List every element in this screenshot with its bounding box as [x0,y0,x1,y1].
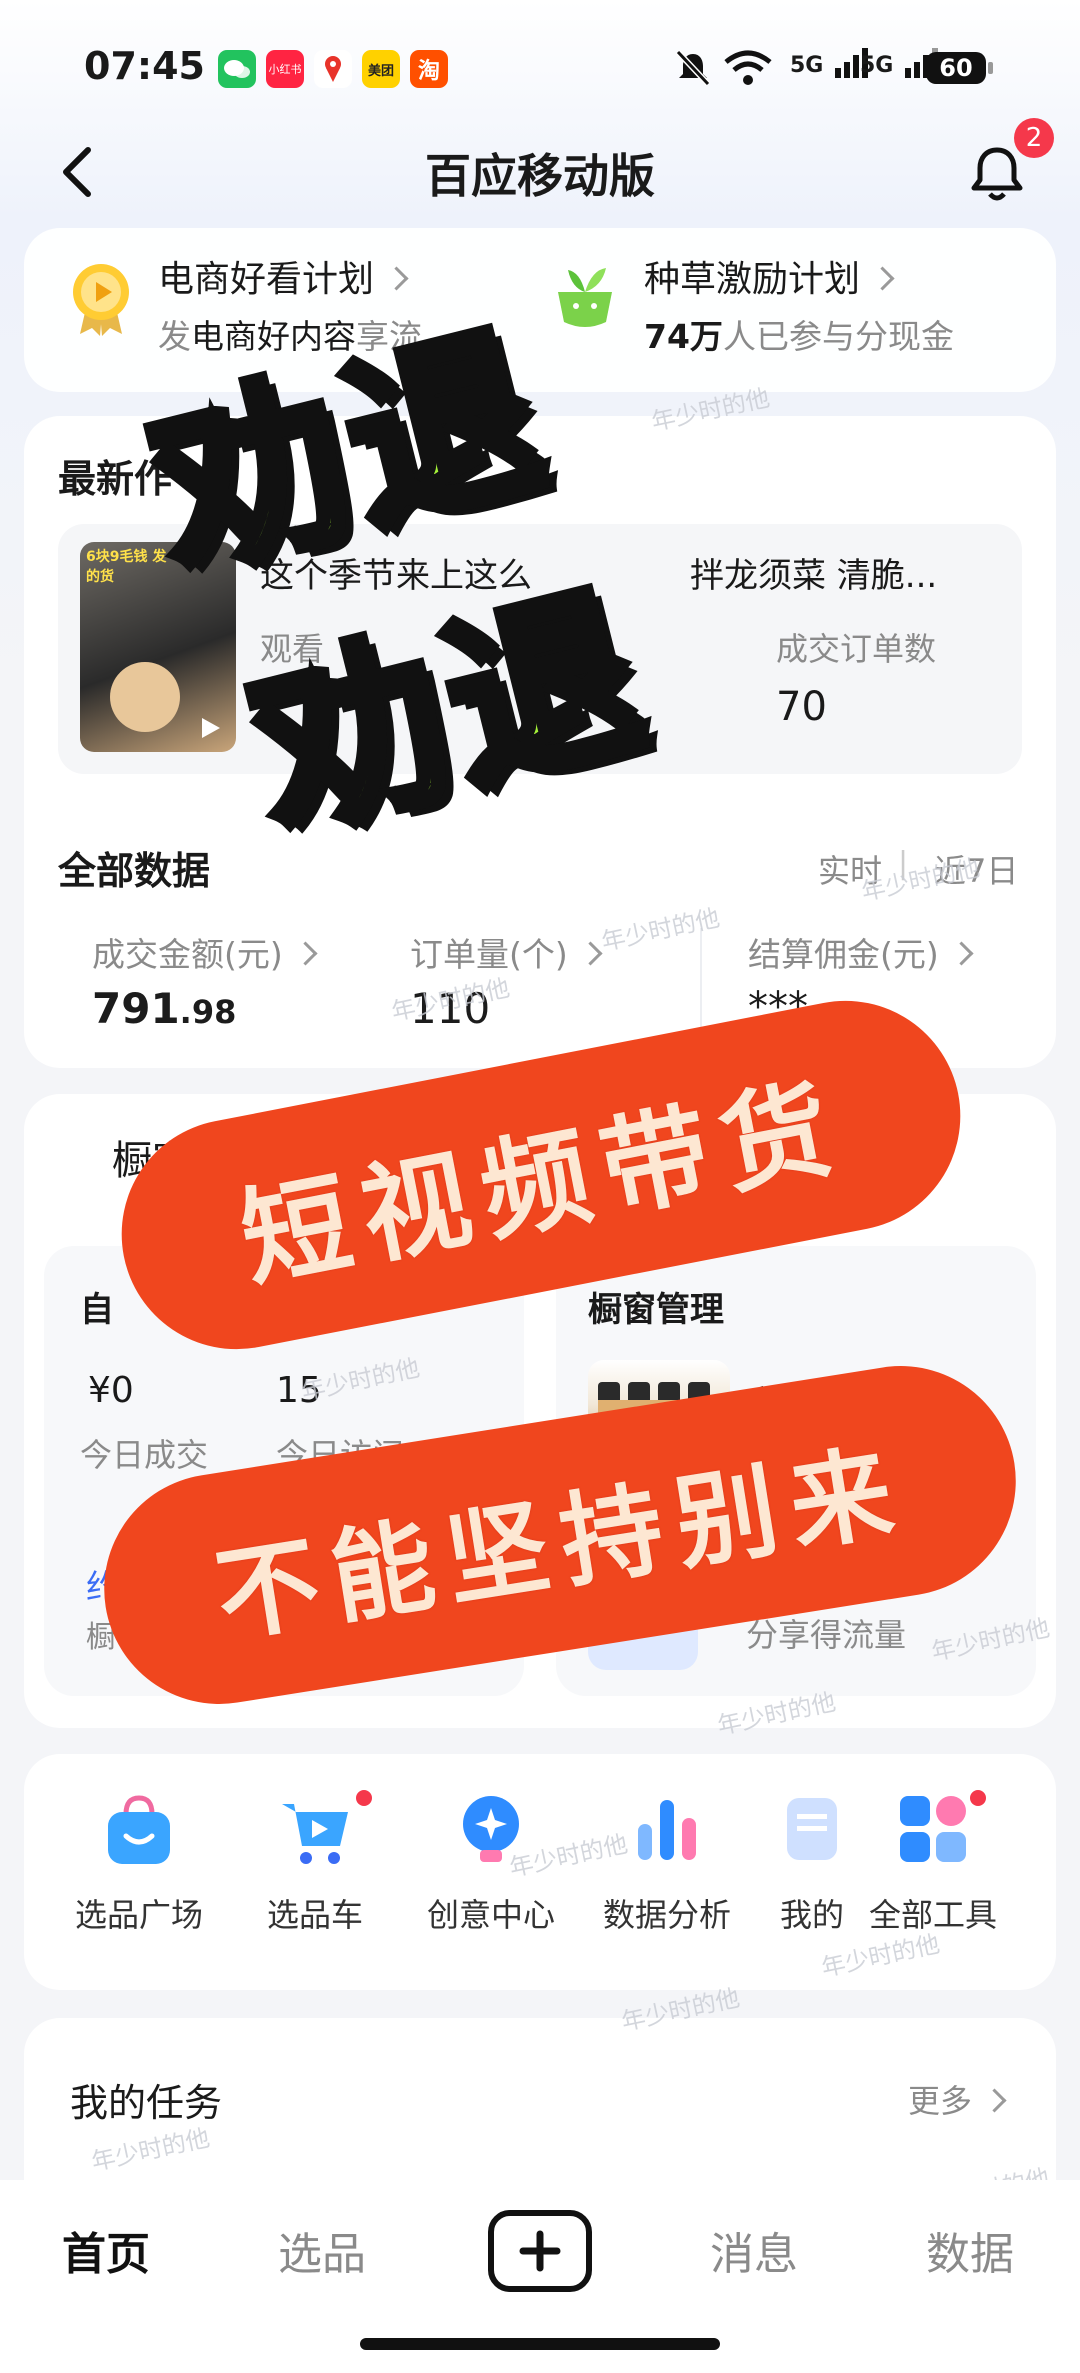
chevron-right-icon [949,941,974,966]
plan-right-subtitle-bold: 74万 [644,317,723,356]
tool-label: 创意中心 [426,1896,555,1934]
self-title: 自 [80,1290,114,1330]
wifi-icon [722,48,774,92]
metric-gmv-label: 成交金额(元) [92,935,283,974]
video-title-b: 拌龙须菜 清脆... [690,556,938,596]
cart-icon [276,1790,354,1868]
metric-commission-label: 结算佣金(元) [748,935,939,974]
shopping-bag-icon [100,1790,178,1868]
metric-gmv-int: 791 [92,984,180,1033]
meituan-icon: 美团 [362,50,400,88]
tab-messages[interactable]: 消息 [710,2218,798,2282]
tasks-more-label: 更多 [908,2082,973,2120]
document-icon [773,1790,851,1868]
tool-selection-plaza[interactable]: 选品广场 [54,1790,224,1936]
page-title: 百应移动版 [425,149,655,203]
play-icon [198,716,222,744]
tab-selection[interactable]: 选品 [278,2218,366,2282]
mute-icon [674,48,712,92]
tab-data[interactable]: 数据 [926,2218,1014,2282]
medal-icon [66,258,136,342]
create-button[interactable] [488,2210,592,2292]
home-indicator [360,2338,720,2350]
metric-commission[interactable]: 结算佣金(元) [748,928,974,976]
map-pin-icon [314,50,352,88]
tool-label: 选品广场 [74,1896,203,1934]
chevron-right-icon [578,941,603,966]
tasks-more[interactable]: 更多 [908,2076,1007,2122]
stat-right-value: 70 [776,684,827,730]
metric-divider [700,928,702,1028]
metric-gmv-dec: .98 [179,993,237,1031]
stat-right-label: 成交订单数 [776,630,937,668]
sprout-icon [550,262,620,336]
tool-cart-badge [356,1790,372,1806]
all-data-title: 全部数据 [58,849,211,893]
battery-cap [988,62,993,74]
manage-title: 橱窗管理 [588,1290,724,1330]
plan-right-subtitle-rest: 人已参与分现金 [722,317,954,356]
bar-chart-icon [628,1790,706,1868]
plan-right-title[interactable]: 种草激励计划 [644,250,895,302]
tab-home[interactable]: 首页 [62,2218,150,2282]
tool-label: 数据分析 [602,1896,731,1934]
signal-5g-1-icon: 5G [790,46,871,78]
today-sales-value: ¥0 [88,1370,134,1411]
tool-label: 选品车 [266,1896,363,1934]
grid-icon [894,1790,972,1868]
metric-orders-label: 订单量(个) [410,935,568,974]
thumbnail-caption: 6块9毛钱 发的货 [86,549,167,585]
battery-icon: 60 [926,52,986,84]
tool-selection-cart[interactable]: 选品车 [230,1790,400,1936]
status-time: 07:45 [84,44,205,88]
metric-gmv-value: 791.98 [92,984,236,1033]
chevron-right-icon [293,941,318,966]
metric-gmv[interactable]: 成交金额(元) [92,928,318,976]
xiaohongshu-icon: 小红书 [266,50,304,88]
plan-right-title-text: 种草激励计划 [644,259,861,300]
tool-all-badge [970,1790,986,1806]
taobao-icon: 淘 [410,50,448,88]
thumbnail-figure [110,662,180,732]
wechat-icon [218,50,256,88]
today-sales-label: 今日成交 [80,1436,209,1474]
plan-left-title-text: 电商好看计划 [158,259,375,300]
notification-badge: 2 [1014,118,1054,158]
plan-right-subtitle: 74万人已参与分现金 [644,310,954,358]
chevron-right-icon [870,265,895,291]
chevron-right-icon [982,2087,1007,2113]
tool-data-analysis[interactable]: 数据分析 [582,1790,752,1936]
plus-icon [519,2230,561,2272]
tool-all-tools[interactable]: 全部工具 [848,1790,1018,1936]
